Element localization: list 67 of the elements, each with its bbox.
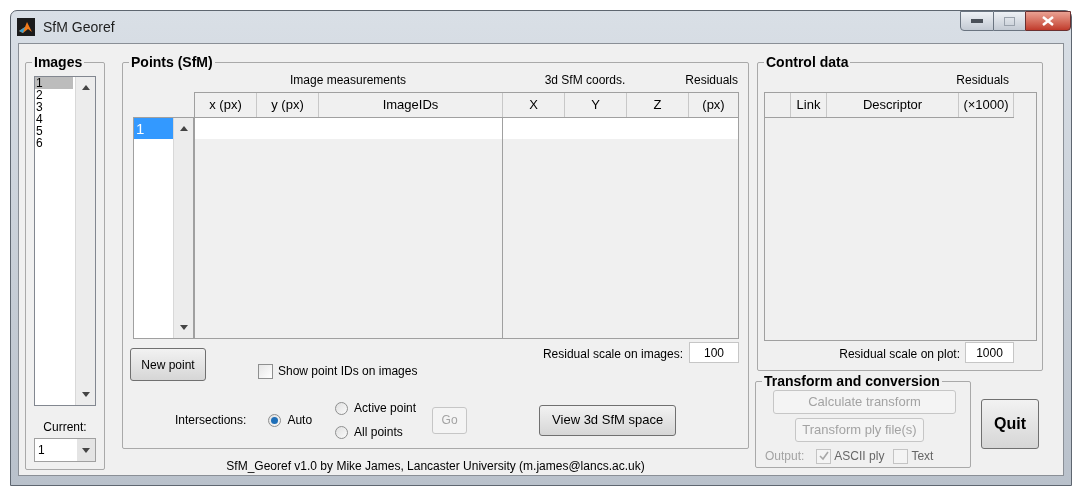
scroll-up-icon[interactable]	[179, 126, 188, 131]
checkbox-label: Show point IDs on images	[278, 363, 418, 380]
list-item[interactable]: 2	[35, 89, 75, 101]
list-item[interactable]: 6	[35, 137, 75, 149]
list-item[interactable]: 1	[35, 77, 73, 89]
scrollbar[interactable]	[173, 118, 193, 338]
checkbox[interactable]	[816, 448, 832, 464]
button[interactable]: New point	[130, 348, 206, 381]
minimize-button[interactable]	[960, 11, 994, 31]
column-header[interactable]: Descriptor	[827, 93, 959, 117]
list-item[interactable]: 3	[35, 101, 75, 113]
control-table[interactable]: Link Descriptor (×1000)	[764, 92, 1037, 341]
button[interactable]: View 3d SfM space	[539, 404, 677, 436]
scrollbar[interactable]	[75, 77, 95, 405]
checkbox[interactable]	[258, 363, 273, 379]
column-header[interactable]: (×1000)	[959, 93, 1014, 117]
column-header[interactable]: Z	[627, 93, 689, 117]
radio-label: Active point	[354, 400, 417, 417]
column-header[interactable]: Link	[791, 93, 827, 117]
panel-title: Points (SfM)	[130, 54, 214, 70]
maximize-icon	[1004, 16, 1015, 26]
scroll-down-icon[interactable]	[179, 325, 188, 330]
close-button[interactable]	[1025, 11, 1071, 31]
scroll-up-icon[interactable]	[81, 85, 90, 90]
panel-title: Images	[33, 54, 84, 70]
column-header[interactable]: y (px)	[257, 93, 319, 117]
close-icon	[1042, 16, 1054, 26]
minimize-icon	[971, 19, 983, 23]
window-title: SfM Georef	[43, 17, 115, 37]
column-group-header: 3d SfM coords.	[543, 72, 627, 88]
dropdown-value: 1	[38, 442, 46, 459]
checkbox[interactable]	[893, 448, 909, 464]
radio-label: Auto	[287, 412, 313, 429]
footer-text: SfM_Georef v1.0 by Mike James, Lancaster University (m.james@lancs.ac.uk)	[225, 458, 646, 475]
column-header[interactable]: X	[503, 93, 565, 117]
current-dropdown[interactable]: 1	[34, 438, 96, 462]
column-group-header: Residuals	[955, 72, 1010, 88]
list-item[interactable]: 4	[35, 113, 75, 125]
panel-title: Transform and conversion	[763, 373, 941, 389]
field-label: Current:	[43, 420, 87, 434]
maximize-button[interactable]	[994, 11, 1025, 31]
radio-button[interactable]	[335, 401, 349, 415]
field-label: Residual scale on images:	[542, 346, 683, 363]
field-label: Residual scale on plot:	[839, 346, 960, 363]
checkbox-label: ASCII ply	[834, 448, 885, 465]
scroll-down-icon[interactable]	[81, 392, 90, 397]
list-item[interactable]: 5	[35, 125, 75, 137]
output-label: Output:	[765, 448, 805, 465]
radio-button[interactable]	[268, 413, 282, 427]
input-field[interactable]: 1000	[965, 342, 1014, 363]
image-listbox[interactable]: 1 2 3 4 5 6	[34, 76, 96, 406]
data-table[interactable]: x (px) y (px) ImageIDs X Y Z (px)	[194, 92, 739, 339]
field-label: Intersections:	[175, 412, 247, 429]
column-header[interactable]: (px)	[689, 93, 738, 117]
column-header[interactable]: x (px)	[195, 93, 257, 117]
column-group-header: Image measurements	[288, 72, 408, 88]
radio-label: All points	[354, 424, 403, 441]
column-header[interactable]: Y	[565, 93, 627, 117]
dropdown-caret-icon[interactable]	[82, 447, 90, 453]
column-header[interactable]: ImageIDs	[319, 93, 503, 117]
checkbox-label: Text	[911, 448, 934, 465]
app-icon	[17, 18, 35, 36]
panel-title: Control data	[765, 54, 850, 70]
button[interactable]: Quit	[981, 399, 1039, 449]
column-group-header: Residuals	[684, 72, 738, 88]
radio-button[interactable]	[335, 425, 349, 439]
input-field[interactable]: 100	[689, 342, 739, 363]
